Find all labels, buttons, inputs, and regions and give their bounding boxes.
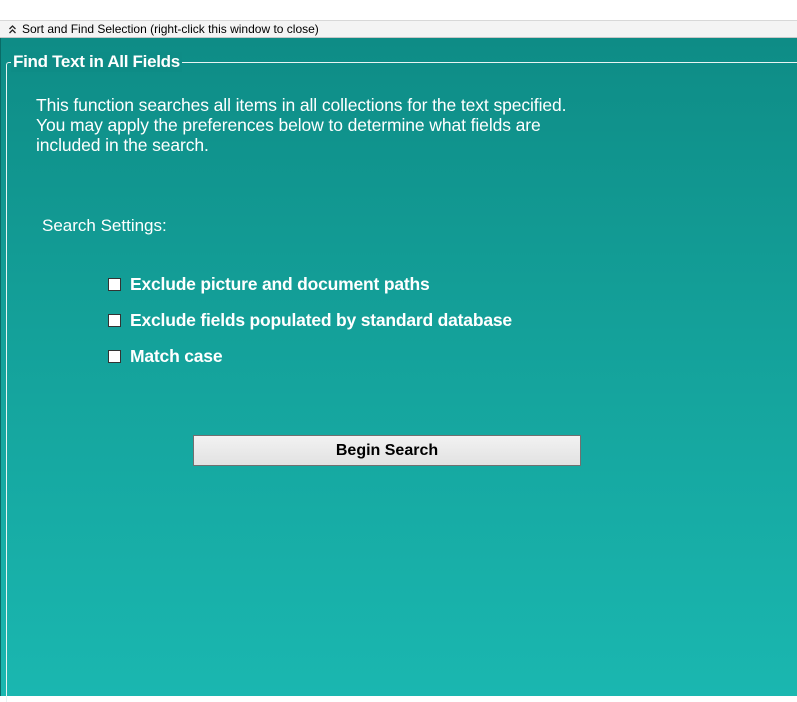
group-box-title: Find Text in All Fields xyxy=(11,52,182,72)
begin-search-button[interactable]: Begin Search xyxy=(193,435,581,466)
function-description: This function searches all items in all … xyxy=(36,95,756,155)
description-line-2: You may apply the preferences below to d… xyxy=(36,115,541,135)
double-chevron-up-icon[interactable] xyxy=(5,24,19,34)
window-titlebar[interactable]: Sort and Find Selection (right-click thi… xyxy=(0,20,797,38)
match-case-label[interactable]: Match case xyxy=(130,346,223,366)
match-case-option[interactable]: Match case xyxy=(108,346,223,366)
exclude-paths-label[interactable]: Exclude picture and document paths xyxy=(130,274,430,294)
exclude-paths-option[interactable]: Exclude picture and document paths xyxy=(108,274,430,294)
exclude-standard-db-label[interactable]: Exclude fields populated by standard dat… xyxy=(130,310,512,330)
search-settings-label: Search Settings: xyxy=(42,216,167,235)
description-line-3: included in the search. xyxy=(36,135,209,155)
window-title: Sort and Find Selection (right-click thi… xyxy=(22,22,319,36)
exclude-paths-checkbox[interactable] xyxy=(108,277,121,291)
exclude-standard-db-option[interactable]: Exclude fields populated by standard dat… xyxy=(108,310,512,330)
group-box-frame xyxy=(6,62,797,702)
match-case-checkbox[interactable] xyxy=(108,349,121,363)
description-line-1: This function searches all items in all … xyxy=(36,95,567,115)
window-frame: Sort and Find Selection (right-click thi… xyxy=(0,0,797,702)
exclude-standard-db-checkbox[interactable] xyxy=(108,313,121,327)
